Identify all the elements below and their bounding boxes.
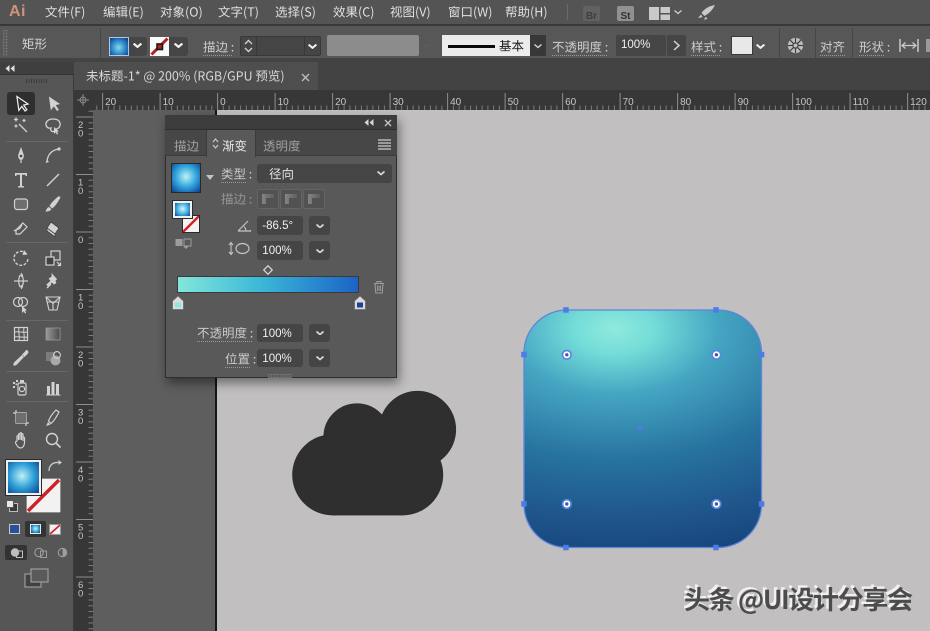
svg-text:0: 0 [78,301,83,312]
svg-text:110: 110 [853,97,869,108]
svg-text:90: 90 [738,97,750,108]
svg-text:0: 0 [78,474,83,485]
svg-text:10: 10 [163,97,175,108]
svg-text:0: 0 [78,416,83,427]
svg-text:40: 40 [450,97,462,108]
svg-text:20: 20 [105,97,117,108]
svg-text:70: 70 [623,97,635,108]
svg-text:20: 20 [335,97,347,108]
svg-text:60: 60 [565,97,577,108]
svg-text:10: 10 [278,97,290,108]
svg-text:120: 120 [910,97,927,108]
svg-text:30: 30 [393,97,405,108]
svg-text:50: 50 [508,97,520,108]
svg-text:100: 100 [795,97,812,108]
svg-text:80: 80 [680,97,692,108]
svg-text:0: 0 [78,129,83,140]
svg-text:0: 0 [78,235,83,246]
svg-text:0: 0 [220,97,226,108]
svg-text:0: 0 [78,359,83,370]
svg-text:0: 0 [78,589,83,600]
svg-text:0: 0 [78,186,83,197]
svg-text:0: 0 [78,531,83,542]
